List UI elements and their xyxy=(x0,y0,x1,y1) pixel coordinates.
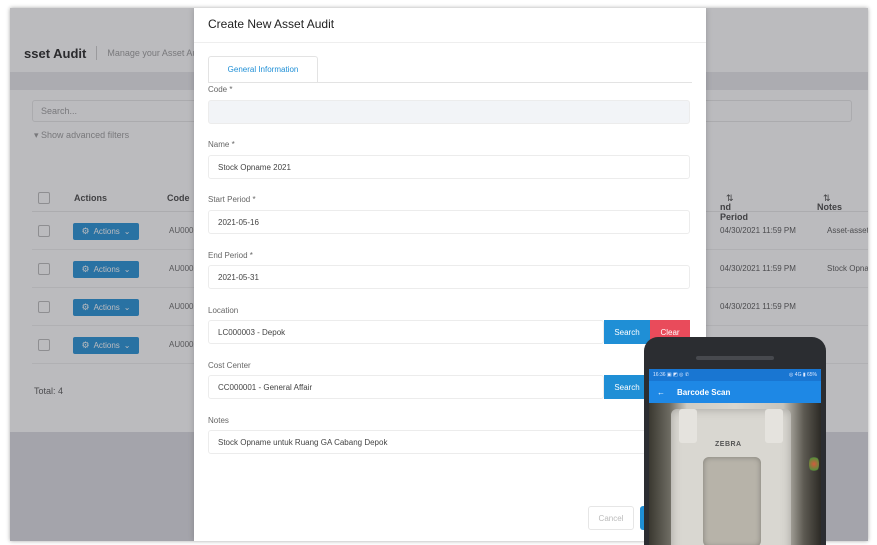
start-period-field[interactable]: 2021-05-16 xyxy=(208,210,690,234)
phone-screen: 16:36 ▣ ◩ ◎ ✆ ◎ 4G ▮ 65% ← Barcode Scan … xyxy=(649,369,821,545)
cost-center-label: Cost Center xyxy=(208,361,251,370)
device-clip-right xyxy=(765,409,783,443)
name-field[interactable]: Stock Opname 2021 xyxy=(208,155,690,179)
notes-field[interactable]: Stock Opname untuk Ruang GA Cabang Depok xyxy=(208,430,690,454)
end-period-field[interactable]: 2021-05-31 xyxy=(208,265,690,289)
name-label: Name * xyxy=(208,140,235,149)
create-asset-audit-modal: Create New Asset Audit General Informati… xyxy=(194,8,706,541)
tab-general-information[interactable]: General Information xyxy=(208,56,318,82)
modal-title: Create New Asset Audit xyxy=(208,17,335,31)
start-period-label: Start Period * xyxy=(208,195,256,204)
device-clip-left xyxy=(679,409,697,443)
app-bar: ← Barcode Scan xyxy=(649,381,821,403)
zebra-logo: ZEBRA xyxy=(715,441,742,448)
code-label: Code * xyxy=(208,85,233,94)
location-label: Location xyxy=(208,306,239,315)
status-right: ◎ 4G ▮ 65% xyxy=(789,372,817,378)
code-field[interactable] xyxy=(208,100,690,124)
cancel-button[interactable]: Cancel xyxy=(588,506,634,530)
modal-divider xyxy=(194,42,706,43)
scanned-device-image: ZEBRA xyxy=(671,409,791,545)
notes-label: Notes xyxy=(208,416,229,425)
status-left: 16:36 ▣ ◩ ◎ ✆ xyxy=(653,372,690,378)
phone-mockup: 16:36 ▣ ◩ ◎ ✆ ◎ 4G ▮ 65% ← Barcode Scan … xyxy=(644,337,826,545)
camera-preview[interactable]: ZEBRA xyxy=(649,403,821,545)
location-search-button[interactable]: Search xyxy=(604,320,650,344)
app-bar-title: Barcode Scan xyxy=(677,387,731,397)
background-object xyxy=(809,455,819,473)
back-arrow-icon[interactable]: ← xyxy=(657,388,665,397)
tab-underline xyxy=(208,82,692,83)
device-window xyxy=(703,457,761,545)
phone-status-bar: 16:36 ▣ ◩ ◎ ✆ ◎ 4G ▮ 65% xyxy=(649,369,821,381)
cost-center-field[interactable]: CC000001 - General Affair xyxy=(208,375,604,399)
end-period-label: End Period * xyxy=(208,251,253,260)
phone-speaker xyxy=(696,356,774,360)
location-field[interactable]: LC000003 - Depok xyxy=(208,320,604,344)
